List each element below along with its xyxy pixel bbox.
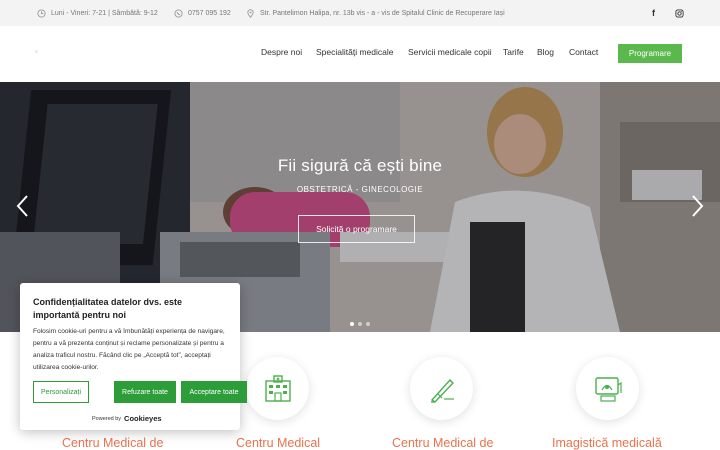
scalpel-icon [430,378,454,403]
nav-servicii-medicale-copii[interactable]: Servicii medicale copii [408,47,492,57]
chevron-left-icon[interactable] [15,194,31,218]
nav-despre-noi[interactable]: Despre noi [261,47,302,57]
cookie-customize-button[interactable]: Personalizați [33,381,89,403]
cookie-reject-button[interactable]: Refuzare toate [114,381,176,403]
logo[interactable] [35,50,38,53]
service-icon-circle-4[interactable] [576,357,639,420]
service-title-3[interactable]: Centru Medical de [392,436,493,450]
address: Str. Pantelimon Halipa, nr. 13b vis - a … [246,0,505,26]
building-icon [264,374,291,402]
clock-icon [37,8,46,18]
hero-subtitle: OBSTETRICĂ - GINECOLOGIE [296,185,424,194]
top-info-bar: Luni - Vineri: 7-21 | Sâmbătă: 9-12 0757… [0,0,720,26]
cookie-accept-button[interactable]: Acceptare toate [181,381,247,403]
facebook-icon[interactable]: f [652,8,655,18]
solicita-programare-button[interactable]: Solicită o programare [298,215,415,243]
facebook-link[interactable]: f [652,0,655,26]
opening-hours-text: Luni - Vineri: 7-21 | Sâmbătă: 9-12 [51,9,158,17]
slider-dots [350,322,370,326]
service-icon-circle-3[interactable] [410,357,473,420]
map-pin-icon [247,8,254,18]
hero-title: Fii sigură că ești bine [277,156,443,175]
phone[interactable]: 0757 095 192 [174,0,231,26]
instagram-link[interactable] [675,0,684,26]
powered-by-label: Powered by [92,415,122,422]
main-navbar: Despre noi Specialități medicale Servici… [0,26,720,82]
opening-hours: Luni - Vineri: 7-21 | Sâmbătă: 9-12 [37,0,158,26]
nav-blog[interactable]: Blog [537,47,554,57]
chevron-right-icon[interactable] [689,194,705,218]
cookie-body: Folosim cookie-uri pentru a vă îmbunătăț… [33,328,225,371]
address-text: Str. Pantelimon Halipa, nr. 13b vis - a … [260,9,505,17]
ultrasound-icon [594,376,622,402]
programare-button[interactable]: Programare [618,44,682,63]
service-title-4[interactable]: Imagistică medicală [552,436,662,450]
nav-contact[interactable]: Contact [569,47,598,57]
cookieyes-branding[interactable]: Powered by Cookieyes [92,414,162,423]
cookieyes-logo[interactable]: Cookieyes [124,414,162,423]
phone-icon [174,8,183,18]
service-icon-circle-2[interactable] [246,357,309,420]
nav-tarife[interactable]: Tarife [503,47,524,57]
nav-specialitati-medicale[interactable]: Specialități medicale [316,47,393,57]
service-title-1[interactable]: Centru Medical de [62,436,163,450]
slider-dot-3[interactable] [366,322,370,326]
cookie-title: Confidențialitatea datelor dvs. este imp… [33,297,183,320]
phone-number[interactable]: 0757 095 192 [188,10,231,17]
cookie-consent-popup: Confidențialitatea datelor dvs. este imp… [20,283,247,430]
slider-dot-1[interactable] [350,322,354,326]
service-title-2[interactable]: Centru Medical [236,436,320,450]
slider-dot-2[interactable] [358,322,362,326]
instagram-icon[interactable] [675,8,684,18]
